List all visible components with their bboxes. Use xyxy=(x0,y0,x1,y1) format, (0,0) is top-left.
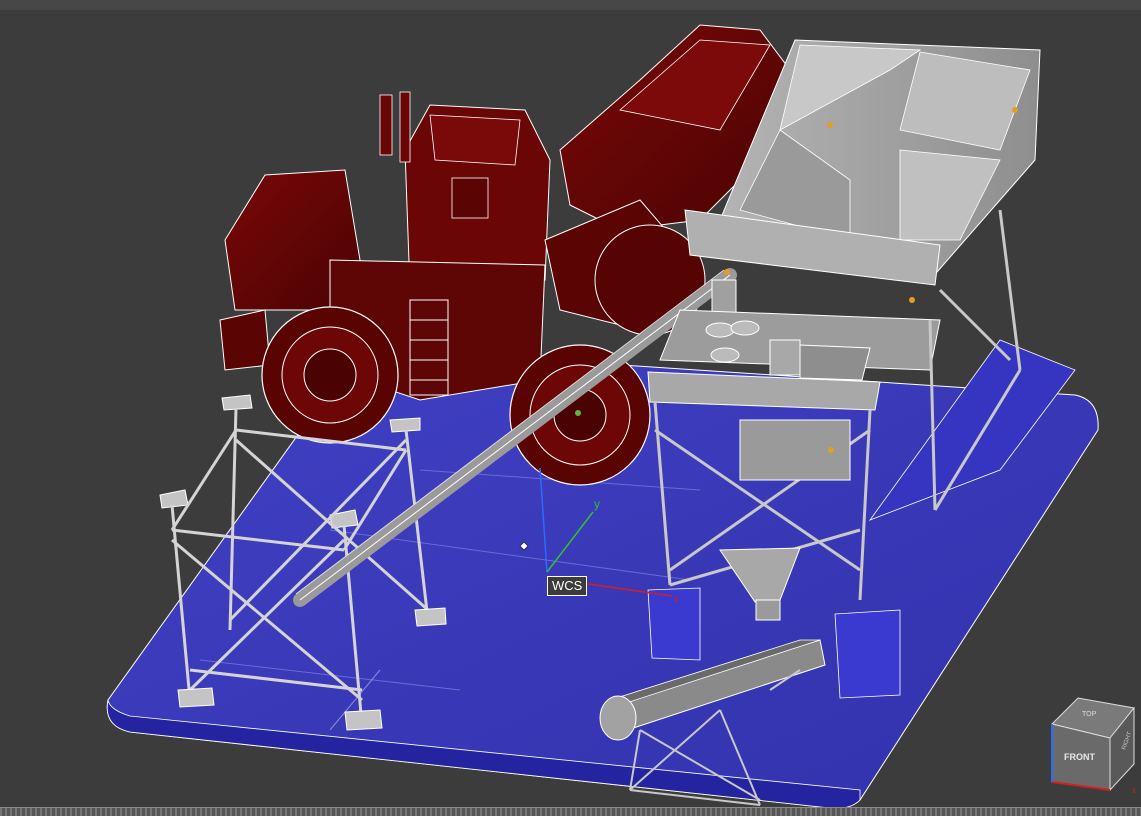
wcs-x-label: x xyxy=(674,594,679,605)
3d-scene[interactable]: y x xyxy=(0,10,1141,808)
3d-viewport[interactable]: y x WCS x TOP FRONT RIGHT xyxy=(0,10,1141,808)
svg-text:x: x xyxy=(1132,786,1136,794)
wcs-label[interactable]: WCS xyxy=(547,576,588,596)
viewport-bottom-ruler xyxy=(0,807,1141,816)
rear-wheel xyxy=(261,306,399,444)
navigation-cube-icon[interactable]: x TOP FRONT RIGHT xyxy=(1048,694,1140,795)
wcs-y-label: y xyxy=(594,497,600,511)
front-wheel xyxy=(509,344,651,486)
